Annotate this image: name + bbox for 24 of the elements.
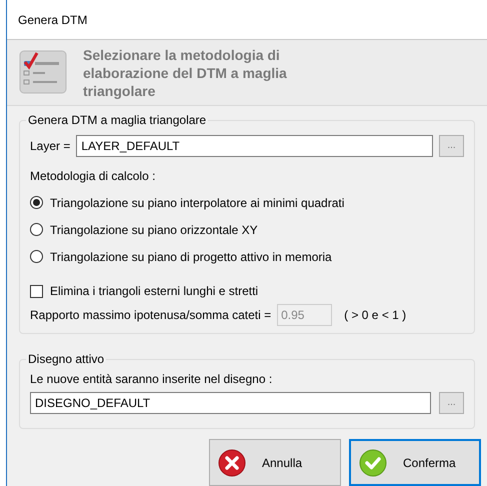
window-title: Genera DTM [18,12,88,28]
checkmark-icon [359,448,387,476]
confirm-button[interactable]: Conferma [349,439,481,486]
group-title: Disegno attivo [26,351,106,367]
layer-label: Layer = [30,138,70,155]
cancel-button[interactable]: Annulla [209,439,341,486]
ratio-label: Rapporto massimo ipotenusa/somma cateti = [30,307,272,324]
drawing-label: Le nuove entità saranno inserite nel disegno : [30,371,274,388]
radio-label: Triangolazione su piano interpolatore ai minimi quadrati [50,194,344,212]
layer-field[interactable]: LAYER_DEFAULT [76,135,433,157]
radio-label: Triangolazione su piano di progetto attivo in memoria [50,248,332,266]
checklist-icon [19,48,69,96]
checkbox-label: Elimina i triangoli esterni lunghi e stretti [50,283,258,300]
radio-button[interactable] [30,196,43,209]
method-label: Metodologia di calcolo : [30,168,156,185]
header-text: Selezionare la metodologia di elaborazione del DTM a maglia triangolare [83,46,288,100]
radio-label: Triangolazione su piano orizzontale XY [50,222,258,238]
checkbox[interactable] [30,284,43,298]
group-title: Genera DTM a maglia triangolare [26,112,208,128]
radio-button[interactable] [30,250,43,263]
drawing-field[interactable]: DISEGNO_DEFAULT [30,392,431,414]
radio-button[interactable] [30,223,43,236]
ratio-hint: ( > 0 e < 1 ) [344,307,406,324]
close-icon [218,448,246,476]
